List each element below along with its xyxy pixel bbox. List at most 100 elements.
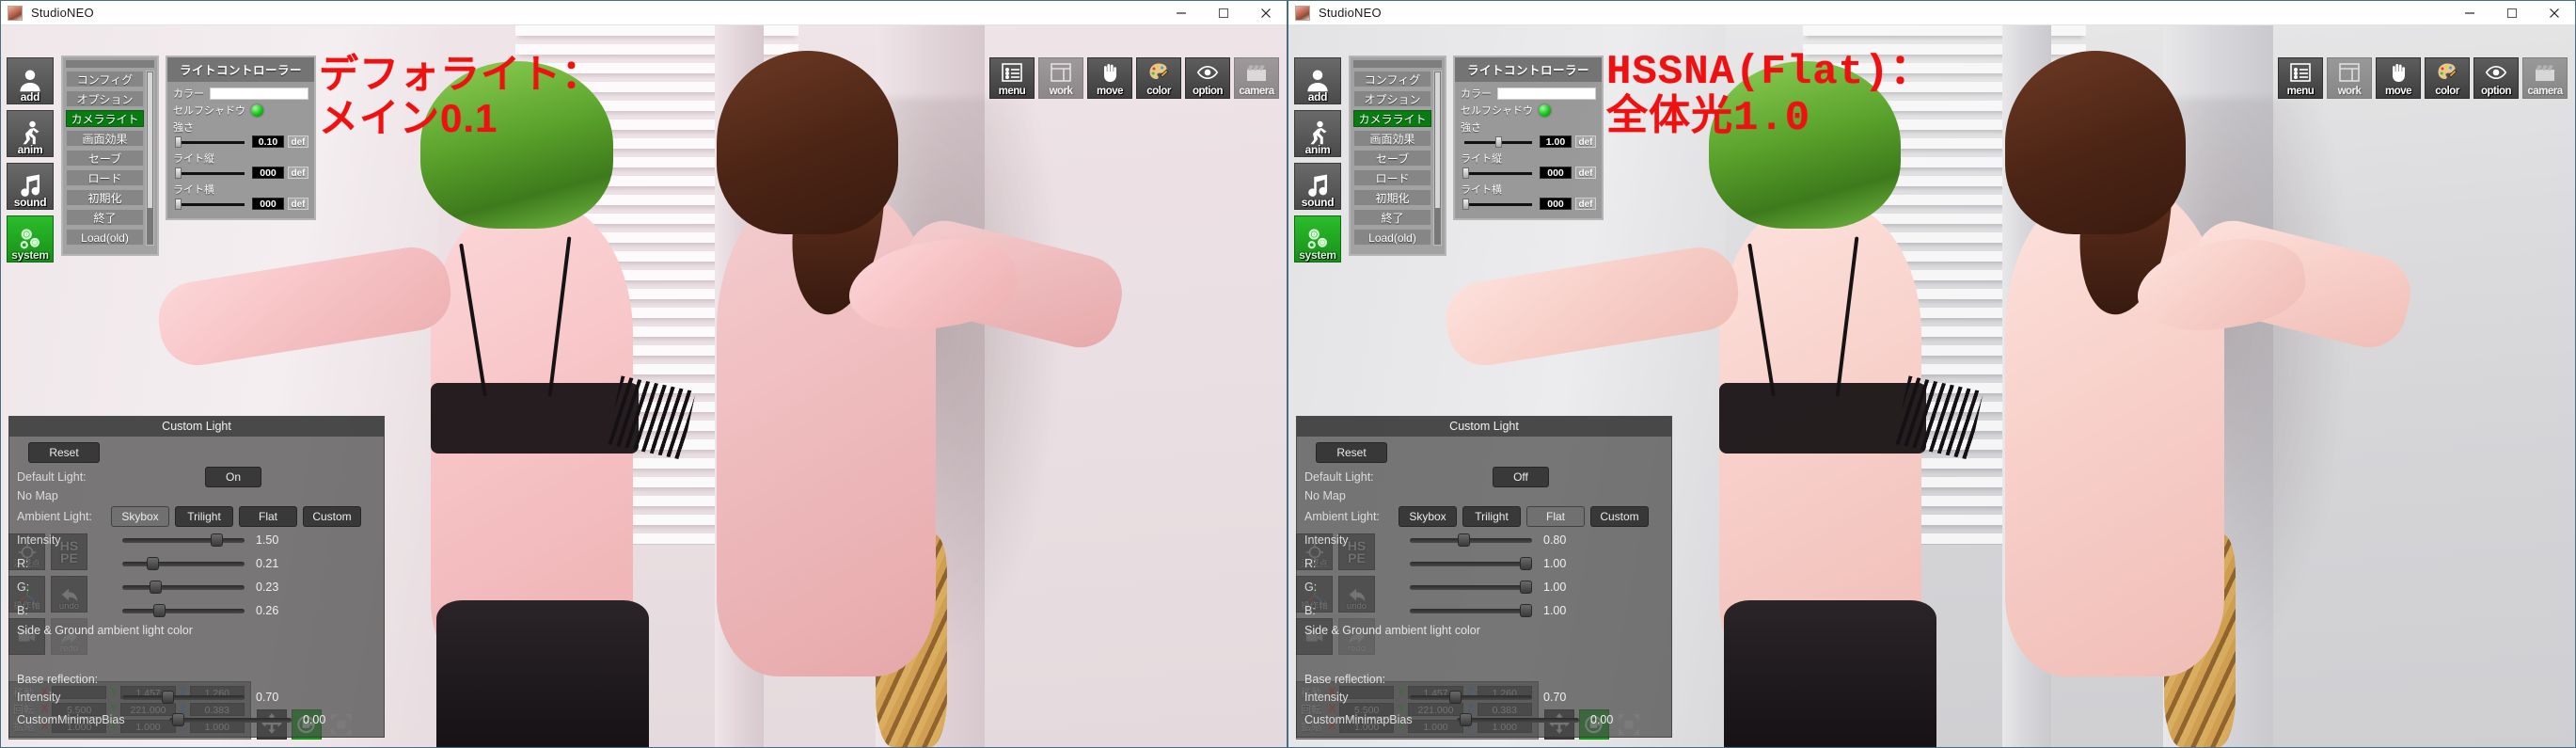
light-horizontal-slider[interactable] — [173, 198, 248, 210]
base-reflection-label: Base reflection: — [1304, 673, 1386, 686]
intensity-slider[interactable] — [1410, 533, 1532, 547]
custom-light-title: Custom Light — [9, 417, 384, 437]
minimize-icon[interactable] — [1160, 1, 1202, 25]
toolbar-button-option[interactable]: option — [1185, 57, 1230, 99]
toolbar-button-camera[interactable]: camera — [1234, 57, 1279, 99]
menu-item-camera-light[interactable]: カメラライト — [66, 110, 144, 127]
default-light-toggle[interactable]: Off — [1493, 466, 1549, 487]
toolbar-button-move[interactable]: move — [2376, 57, 2421, 99]
rail-label: sound — [1301, 196, 1335, 209]
ambient-option-trilight[interactable]: Trilight — [175, 505, 233, 527]
toolbar-button-color[interactable]: color — [2425, 57, 2470, 99]
toolbar-label: menu — [2286, 86, 2315, 97]
light-vertical-slider[interactable] — [1461, 167, 1536, 179]
r-slider[interactable] — [122, 556, 245, 570]
toolbar-button-work[interactable]: work — [1038, 57, 1083, 99]
ambient-option-custom[interactable]: Custom — [1590, 505, 1649, 527]
maximize-icon[interactable] — [2490, 1, 2533, 25]
light-horizontal-slider[interactable] — [1461, 198, 1536, 210]
menu-scrollbar[interactable] — [146, 71, 154, 246]
self-shadow-toggle-icon[interactable] — [1539, 103, 1551, 117]
viewport-right[interactable]: add anim sound system コンフィグ オプション カメラライト… — [1288, 25, 2575, 747]
strength-default-button[interactable]: def — [1575, 135, 1596, 148]
ambient-option-custom[interactable]: Custom — [303, 505, 361, 527]
intensity-slider[interactable] — [122, 533, 245, 547]
menu-item-save[interactable]: セーブ — [1353, 150, 1431, 167]
rail-button-add[interactable]: add — [7, 57, 54, 104]
g-slider[interactable] — [1410, 580, 1532, 594]
strength-value[interactable]: 1.00 — [1540, 135, 1572, 148]
toolbar-button-camera[interactable]: camera — [2522, 57, 2568, 99]
strength-default-button[interactable]: def — [288, 135, 308, 148]
b-slider[interactable] — [122, 603, 245, 617]
base-intensity-slider[interactable] — [122, 691, 245, 704]
b-slider[interactable] — [1410, 603, 1532, 617]
light-vertical-default-button[interactable]: def — [288, 167, 308, 179]
menu-item-config[interactable]: コンフィグ — [66, 71, 144, 88]
light-horizontal-default-button[interactable]: def — [1575, 198, 1596, 210]
menu-item-camera-light[interactable]: カメラライト — [1353, 110, 1431, 127]
menu-item-load[interactable]: ロード — [1353, 169, 1431, 186]
default-light-toggle[interactable]: On — [205, 466, 261, 487]
maximize-icon[interactable] — [1202, 1, 1244, 25]
menu-item-exit[interactable]: 終了 — [66, 209, 144, 226]
reset-button[interactable]: Reset — [28, 442, 100, 463]
minimize-icon[interactable] — [2448, 1, 2490, 25]
light-vertical-value[interactable]: 000 — [252, 167, 284, 179]
self-shadow-toggle-icon[interactable] — [251, 103, 263, 117]
menu-item-load[interactable]: ロード — [66, 169, 144, 186]
g-slider[interactable] — [122, 580, 245, 594]
menu-scrollbar[interactable] — [1433, 71, 1442, 246]
rail-button-sound[interactable]: sound — [1294, 163, 1341, 210]
menu-item-option[interactable]: オプション — [66, 90, 144, 107]
menu-item-load-old[interactable]: Load(old) — [66, 229, 144, 246]
menu-item-init[interactable]: 初期化 — [66, 189, 144, 206]
menu-item-screen-fx[interactable]: 画面効果 — [1353, 130, 1431, 147]
menu-item-exit[interactable]: 終了 — [1353, 209, 1431, 226]
ambient-option-flat[interactable]: Flat — [239, 505, 297, 527]
light-vertical-slider[interactable] — [173, 167, 248, 179]
strength-value[interactable]: 0.10 — [252, 135, 284, 148]
toolbar-button-option[interactable]: option — [2473, 57, 2519, 99]
default-light-label: Default Light: — [17, 469, 87, 484]
color-swatch-field[interactable] — [1497, 87, 1596, 100]
color-swatch-field[interactable] — [210, 87, 308, 100]
light-horizontal-value[interactable]: 000 — [252, 198, 284, 210]
viewport-left[interactable]: add anim sound system コンフィグ オプション カメラライト… — [1, 25, 1287, 747]
ambient-option-trilight[interactable]: Trilight — [1462, 505, 1521, 527]
custom-minimap-bias-slider[interactable] — [1457, 713, 1579, 726]
base-intensity-slider[interactable] — [1410, 691, 1532, 704]
rail-button-anim[interactable]: anim — [1294, 110, 1341, 157]
strength-slider[interactable] — [173, 135, 248, 148]
menu-item-init[interactable]: 初期化 — [1353, 189, 1431, 206]
light-horizontal-value[interactable]: 000 — [1540, 198, 1572, 210]
toolbar-button-move[interactable]: move — [1087, 57, 1132, 99]
rail-button-sound[interactable]: sound — [7, 163, 54, 210]
ambient-option-flat[interactable]: Flat — [1526, 505, 1585, 527]
menu-item-load-old[interactable]: Load(old) — [1353, 229, 1431, 246]
menu-item-screen-fx[interactable]: 画面効果 — [66, 130, 144, 147]
strength-slider[interactable] — [1461, 135, 1536, 148]
rail-button-add[interactable]: add — [1294, 57, 1341, 104]
rail-button-system[interactable]: system — [7, 215, 54, 263]
top-toolbar: menu work move color option camera — [2278, 57, 2568, 99]
rail-button-system[interactable]: system — [1294, 215, 1341, 263]
light-vertical-value[interactable]: 000 — [1540, 167, 1572, 179]
ambient-option-skybox[interactable]: Skybox — [111, 505, 169, 527]
rail-button-anim[interactable]: anim — [7, 110, 54, 157]
menu-item-config[interactable]: コンフィグ — [1353, 71, 1431, 88]
toolbar-button-work[interactable]: work — [2327, 57, 2372, 99]
ambient-option-skybox[interactable]: Skybox — [1399, 505, 1457, 527]
custom-minimap-bias-slider[interactable] — [169, 713, 292, 726]
light-vertical-default-button[interactable]: def — [1575, 167, 1596, 179]
reset-button[interactable]: Reset — [1316, 442, 1387, 463]
toolbar-button-menu[interactable]: menu — [2278, 57, 2323, 99]
close-icon[interactable] — [1244, 1, 1287, 25]
light-horizontal-default-button[interactable]: def — [288, 198, 308, 210]
menu-item-option[interactable]: オプション — [1353, 90, 1431, 107]
r-slider[interactable] — [1410, 556, 1532, 570]
toolbar-button-color[interactable]: color — [1136, 57, 1181, 99]
toolbar-button-menu[interactable]: menu — [989, 57, 1035, 99]
close-icon[interactable] — [2533, 1, 2575, 25]
menu-item-save[interactable]: セーブ — [66, 150, 144, 167]
